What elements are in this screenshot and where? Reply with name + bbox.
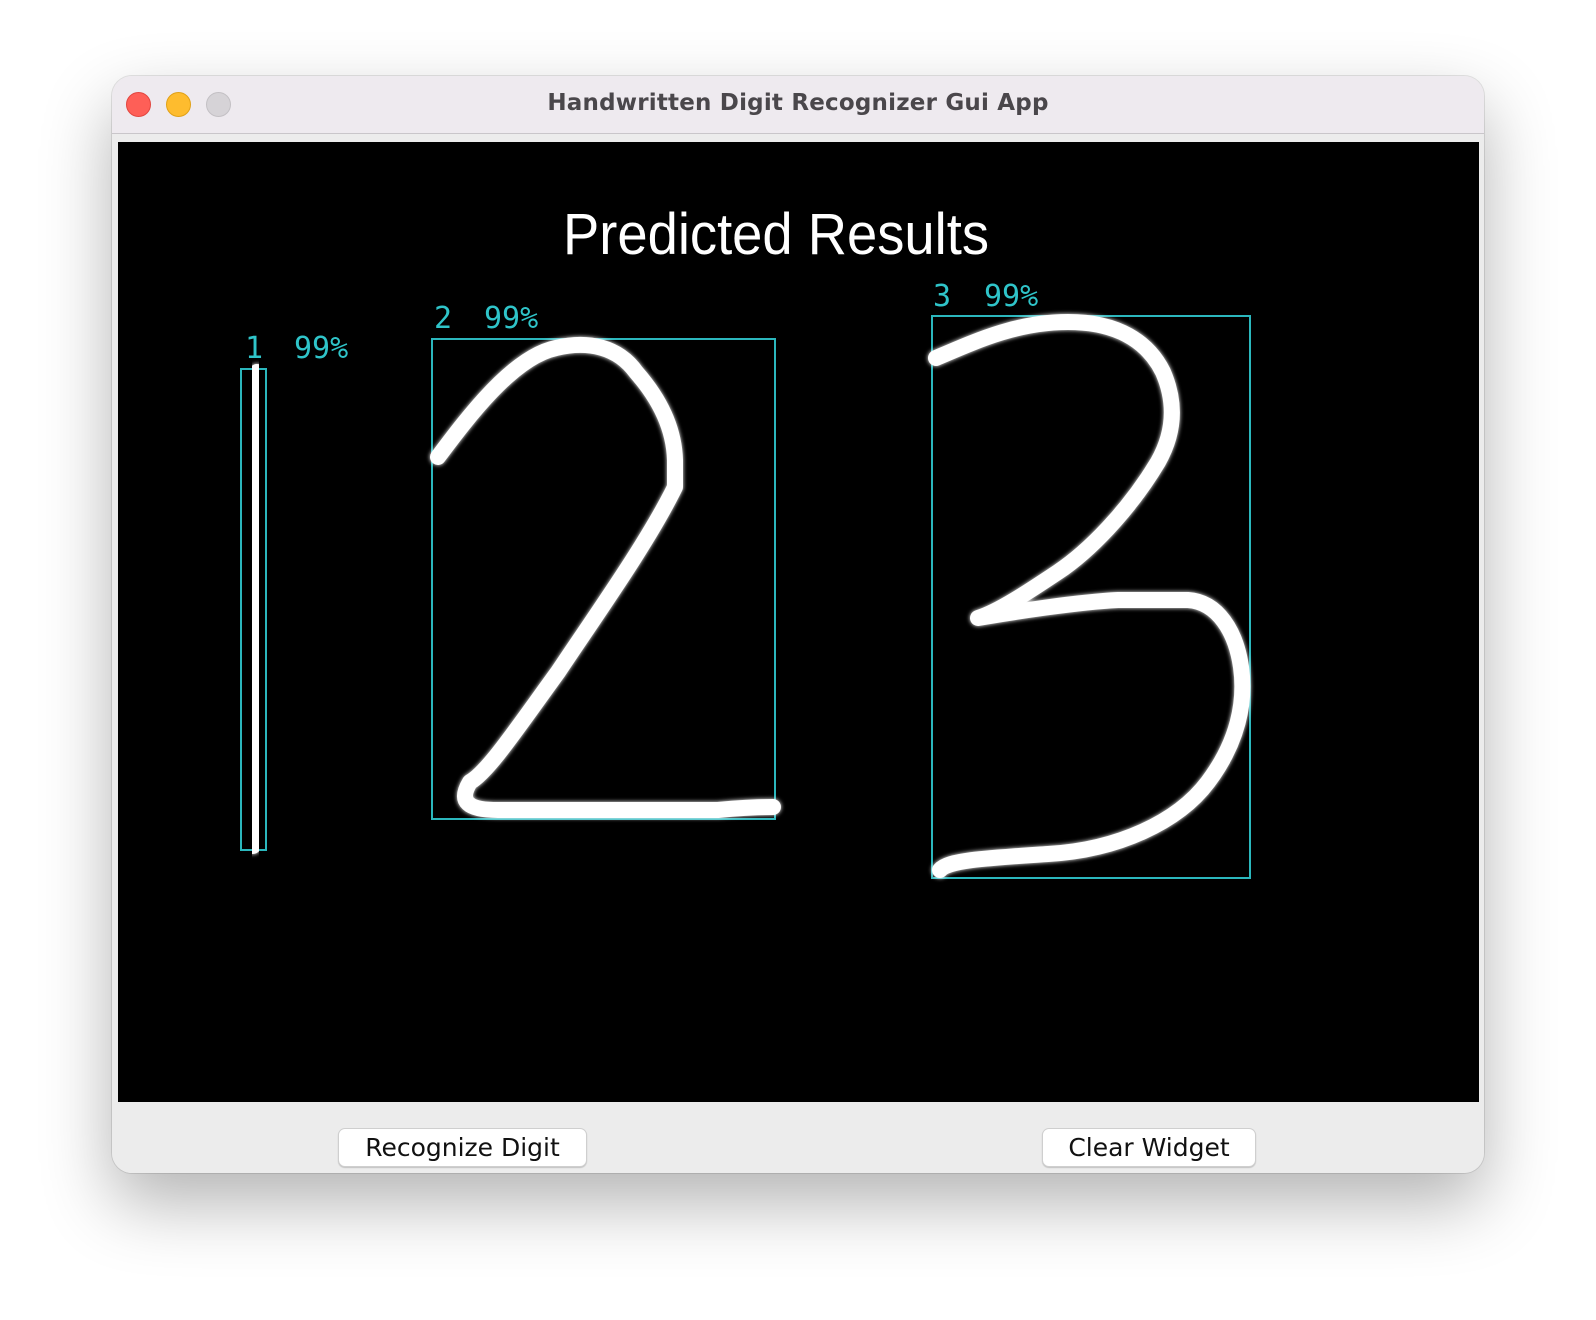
recognize-digit-button[interactable]: Recognize Digit — [338, 1128, 587, 1167]
prediction-3-confidence: 99% — [984, 279, 1038, 314]
prediction-2-confidence: 99% — [484, 301, 538, 336]
prediction-1-digit: 1 — [245, 331, 263, 366]
canvas-drawing: Predicted Results 1 99% 2 99% 3 99% — [240, 202, 1251, 879]
prediction-1-confidence: 99% — [294, 331, 348, 366]
button-bar — [112, 1102, 1484, 1173]
prediction-3: 3 99% — [928, 279, 1251, 879]
prediction-2-stroke — [430, 336, 781, 818]
title-bar[interactable]: Handwritten Digit Recognizer Gui App — [112, 76, 1484, 134]
prediction-3-stroke — [928, 314, 1251, 878]
prediction-2: 2 99% — [430, 301, 781, 820]
results-heading: Predicted Results — [563, 202, 989, 267]
prediction-2-digit: 2 — [434, 301, 452, 336]
prediction-1: 1 99% — [240, 331, 348, 854]
drawing-canvas[interactable]: Predicted Results 1 99% 2 99% 3 99% — [118, 142, 1479, 1102]
prediction-1-stroke — [245, 364, 266, 854]
clear-widget-button[interactable]: Clear Widget — [1042, 1128, 1256, 1167]
app-window: Handwritten Digit Recognizer Gui App Pre… — [112, 76, 1484, 1173]
window-title: Handwritten Digit Recognizer Gui App — [547, 90, 1049, 116]
prediction-3-digit: 3 — [933, 279, 951, 314]
